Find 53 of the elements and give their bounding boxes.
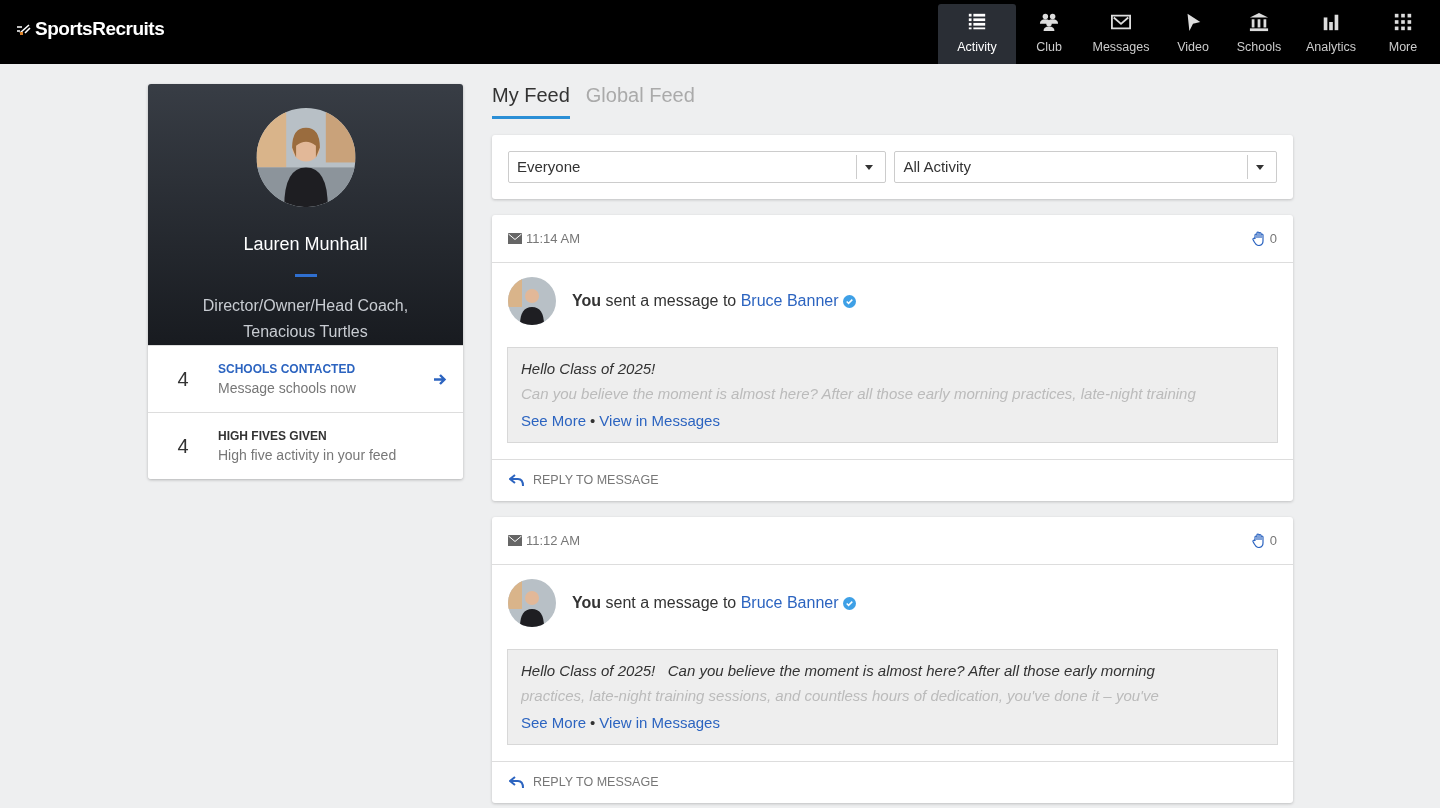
stat-count: 4 [176, 434, 190, 459]
reply-button[interactable]: REPLY TO MESSAGE [508, 470, 660, 491]
reply-icon [509, 474, 525, 487]
view-in-messages-link[interactable]: View in Messages [599, 713, 720, 731]
select-field[interactable]: All Activity [894, 151, 1277, 183]
see-more-link[interactable]: See More [521, 713, 587, 731]
brand-name[interactable]: SportsRecruits [35, 14, 165, 44]
stat-title: HIGH FIVES GIVEN [218, 427, 328, 445]
select-field[interactable]: Everyone [508, 151, 887, 183]
post-time: 11:12 AM [526, 531, 581, 550]
high-five-count: 0 [1269, 531, 1277, 550]
people-icon [1039, 12, 1059, 32]
nav-tab[interactable]: Video [1160, 4, 1226, 64]
post-sentence: You sent a message to Bruce Banner [572, 593, 839, 613]
profile-role: Director/Owner/Head Coach, Tenacious Turtles [201, 296, 410, 342]
bullet-separator: • [590, 713, 596, 731]
list-icon [967, 12, 987, 32]
message-text: Hello Class of 2025! [521, 359, 657, 379]
view-in-messages-link[interactable]: View in Messages [599, 411, 720, 429]
stat-subtitle: High five activity in your feed [218, 445, 398, 465]
arrow-right-icon[interactable] [433, 373, 447, 387]
high-five-count: 0 [1269, 229, 1277, 248]
reply-button[interactable]: REPLY TO MESSAGE [508, 772, 660, 793]
logo-icon [16, 23, 31, 35]
envelope-icon [1111, 12, 1131, 32]
nav-tab[interactable]: Club [1016, 4, 1082, 64]
nav-tab[interactable]: Analytics [1292, 4, 1370, 64]
nav-tab[interactable]: Messages [1082, 4, 1160, 64]
building-icon [1249, 12, 1269, 32]
stat-title[interactable]: SCHOOLS CONTACTED [218, 359, 433, 378]
envelope-icon [508, 535, 522, 546]
hand-icon[interactable] [1251, 533, 1266, 548]
see-more-link[interactable]: See More [521, 411, 587, 429]
grid-icon [1393, 12, 1413, 32]
profile-name: Lauren Munhall [243, 233, 368, 257]
message-text: Hello Class of 2025! Can you believe the moment is almost here? After all those early morning [521, 661, 1156, 681]
stat-subtitle: Message schools now [218, 378, 357, 398]
feed-tab[interactable]: My Feed [492, 80, 570, 119]
reply-icon [509, 776, 525, 789]
nav-tab[interactable]: Activity [938, 4, 1016, 64]
nav-tab[interactable]: More [1370, 4, 1436, 64]
envelope-icon [508, 233, 522, 244]
bullet-separator: • [590, 411, 596, 429]
recipient-link[interactable]: Bruce Banner [740, 292, 839, 309]
nav-tab[interactable]: Schools [1226, 4, 1292, 64]
post-time: 11:14 AM [526, 229, 581, 248]
post-sentence: You sent a message to Bruce Banner [572, 291, 839, 311]
hand-icon[interactable] [1251, 231, 1266, 246]
bar-chart-icon [1321, 12, 1341, 32]
recipient-link[interactable]: Bruce Banner [740, 594, 839, 611]
caret-icon [865, 164, 874, 170]
stat-count: 4 [176, 367, 190, 392]
caret-icon [1256, 164, 1264, 170]
